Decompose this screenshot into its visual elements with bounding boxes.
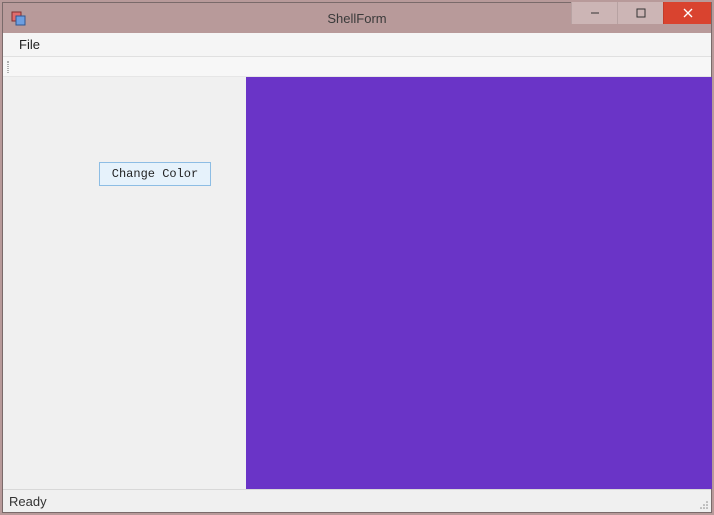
statusbar: Ready (3, 489, 711, 512)
window-controls (571, 3, 711, 33)
minimize-button[interactable] (571, 2, 617, 24)
status-text: Ready (9, 494, 47, 509)
titlebar[interactable]: ShellForm (3, 3, 711, 33)
close-button[interactable] (663, 2, 711, 24)
menu-file[interactable]: File (11, 35, 48, 54)
menubar: File (3, 33, 711, 57)
toolbar-grip-icon (7, 61, 9, 73)
maximize-button[interactable] (617, 2, 663, 24)
change-color-button[interactable]: Change Color (99, 162, 211, 186)
toolbar (3, 57, 711, 77)
color-display (246, 77, 712, 489)
left-panel: Change Color (3, 77, 246, 489)
client-area: Change Color (3, 77, 711, 489)
app-icon (11, 10, 27, 26)
application-window: ShellForm File Change Color (2, 2, 712, 513)
right-panel (246, 77, 711, 489)
resize-grip-icon[interactable] (697, 498, 709, 510)
